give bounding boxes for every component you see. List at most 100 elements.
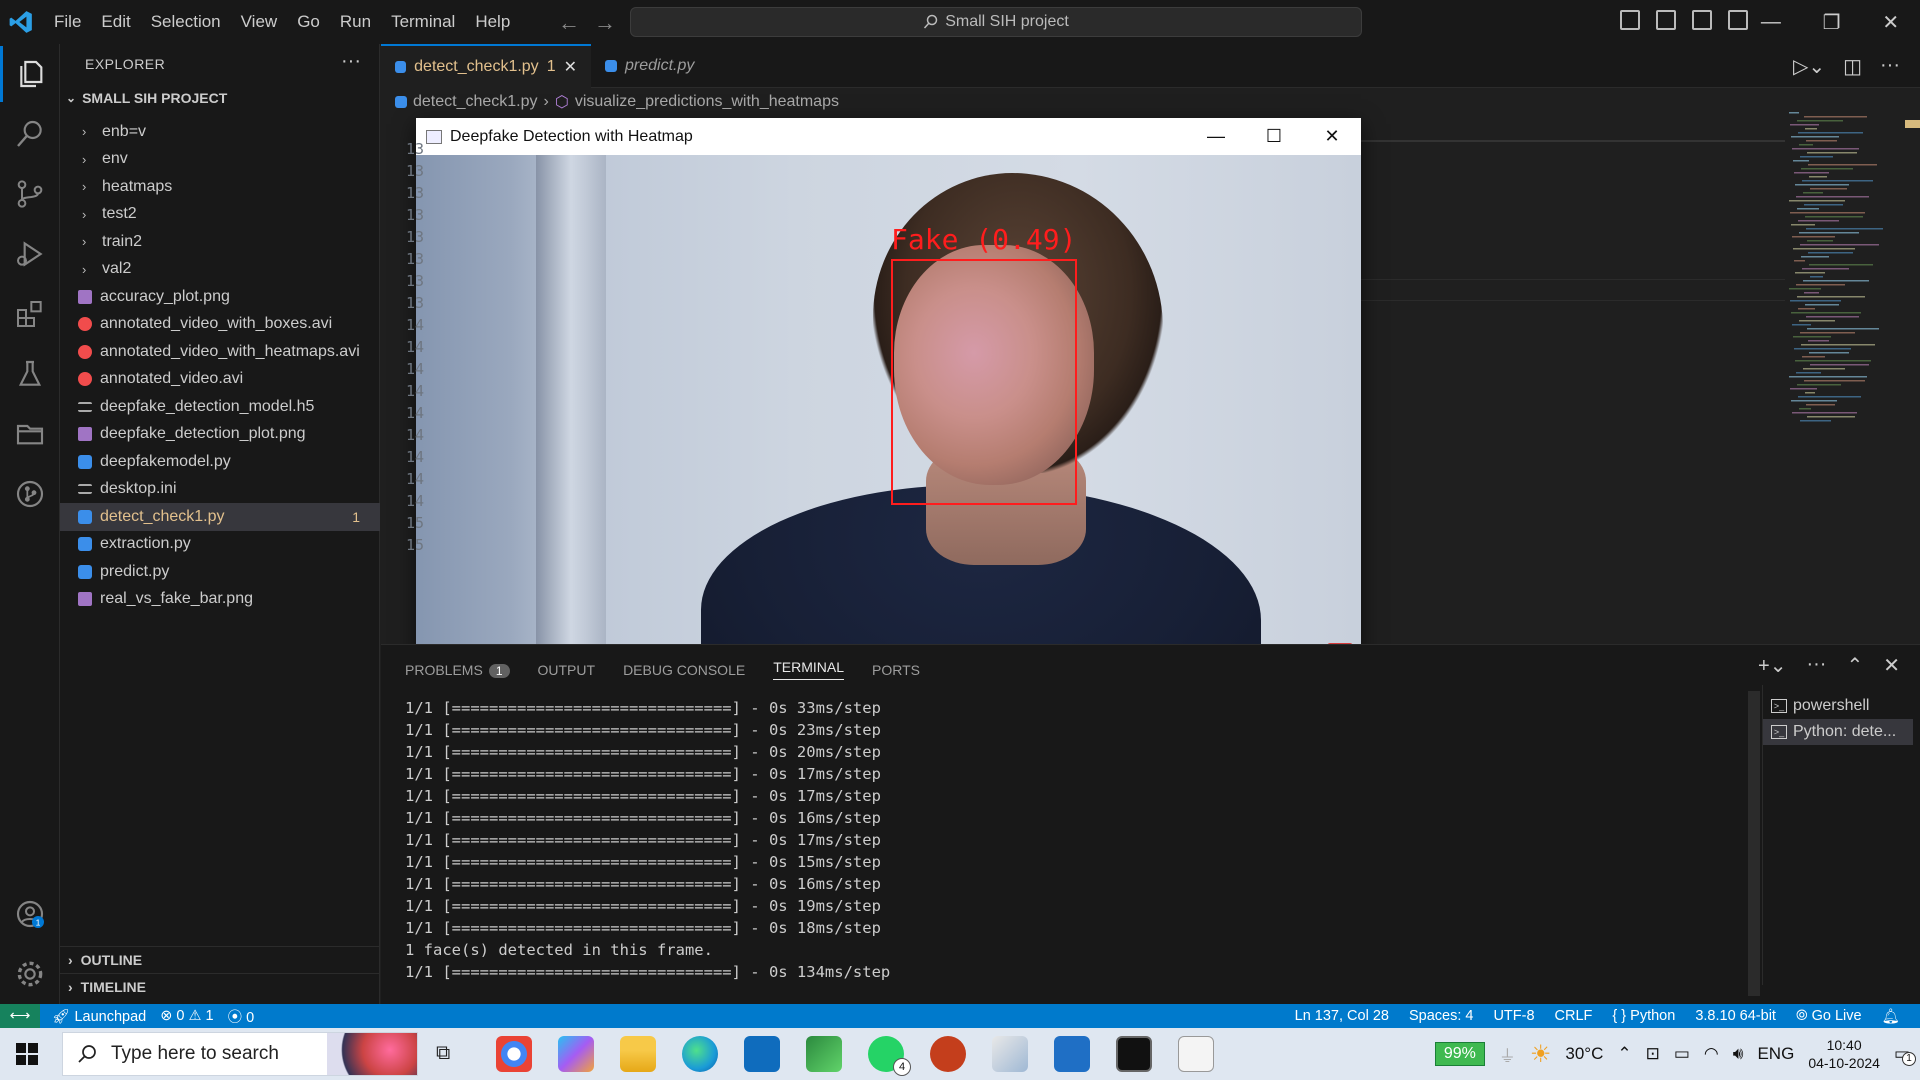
project-folder-header[interactable]: ⌄ SMALL SIH PROJECT <box>66 90 227 106</box>
command-center[interactable]: Small SIH project <box>630 7 1362 37</box>
more-actions-icon[interactable]: ··· <box>1880 54 1900 79</box>
python-interpreter[interactable]: 3.8.10 64-bit <box>1695 1008 1776 1024</box>
tab-detect-check1[interactable]: detect_check1.py 1 ✕ <box>381 44 591 88</box>
paint-icon[interactable] <box>992 1036 1028 1072</box>
file-item[interactable]: deepfake_detection_plot.png <box>60 421 380 449</box>
launchpad-item[interactable]: 🚀︎ Launchpad <box>52 1008 146 1025</box>
settings-gear-icon[interactable] <box>0 946 60 1002</box>
camera-icon[interactable]: ⊡ <box>1646 1044 1660 1064</box>
file-item[interactable]: annotated_video_with_heatmaps.avi <box>60 338 380 366</box>
close-panel-icon[interactable]: ✕ <box>1883 653 1900 678</box>
maximize-panel-icon[interactable]: ⌃ <box>1846 653 1863 678</box>
explorer-icon[interactable] <box>0 46 60 102</box>
menu-run[interactable]: Run <box>330 12 381 32</box>
remote-indicator-icon[interactable]: ⟷ <box>0 1004 40 1028</box>
taskbar-search[interactable]: Type here to search <box>62 1032 418 1076</box>
volume-icon[interactable]: 🔊︎ <box>1733 1044 1744 1064</box>
file-item[interactable]: desktop.ini <box>60 476 380 504</box>
outlook-icon[interactable] <box>744 1036 780 1072</box>
battery-icon[interactable]: ▭ <box>1674 1044 1690 1064</box>
run-debug-icon[interactable] <box>0 226 60 282</box>
language-mode[interactable]: { } Python <box>1612 1008 1675 1024</box>
testing-icon[interactable] <box>0 346 60 402</box>
file-item[interactable]: deepfakemodel.py <box>60 448 380 476</box>
tray-chevron-icon[interactable]: ⌃ <box>1617 1044 1631 1064</box>
menu-edit[interactable]: Edit <box>91 12 140 32</box>
git-graph-icon[interactable] <box>0 466 60 522</box>
wifi-icon[interactable]: ◠ <box>1704 1044 1719 1064</box>
minimize-icon[interactable]: — <box>1761 11 1781 34</box>
file-explorer-icon[interactable] <box>620 1036 656 1072</box>
file-item[interactable]: accuracy_plot.png <box>60 283 380 311</box>
project-manager-icon[interactable] <box>0 406 60 462</box>
file-item[interactable]: predict.py <box>60 558 380 586</box>
go-live-button[interactable]: ⦾ Go Live <box>1796 1008 1862 1024</box>
folder-item[interactable]: › heatmaps <box>60 173 380 201</box>
tab-output[interactable]: OUTPUT <box>538 662 596 678</box>
terminal-taskbar-icon[interactable] <box>1116 1036 1152 1072</box>
chrome-icon[interactable] <box>496 1036 532 1072</box>
new-terminal-icon[interactable]: +⌄ <box>1758 653 1786 678</box>
folder-item[interactable]: › val2 <box>60 256 380 284</box>
file-item[interactable]: annotated_video.avi <box>60 366 380 394</box>
close-icon[interactable]: ✕ <box>1882 10 1899 35</box>
timeline-section[interactable]: › TIMELINE <box>60 973 380 1000</box>
minimap[interactable] <box>1785 112 1905 432</box>
restore-icon[interactable]: ❐ <box>1823 10 1841 35</box>
powerpoint-icon[interactable] <box>930 1036 966 1072</box>
weather-temp[interactable]: 30°C <box>1565 1044 1603 1064</box>
copilot-icon[interactable] <box>558 1036 594 1072</box>
encoding[interactable]: UTF-8 <box>1493 1008 1534 1024</box>
toggle-sidebar-icon[interactable] <box>1620 10 1640 30</box>
battery-indicator[interactable]: 99% <box>1434 1042 1485 1066</box>
tab-close-icon[interactable]: ✕ <box>564 57 577 77</box>
terminal-item-python[interactable]: >_ Python: dete... <box>1763 719 1913 745</box>
toggle-panel-icon[interactable] <box>1656 10 1676 30</box>
file-item[interactable]: annotated_video_with_boxes.avi <box>60 311 380 339</box>
folder-item[interactable]: › test2 <box>60 201 380 229</box>
taskbar-clock[interactable]: 10:40 04-10-2024 <box>1808 1036 1880 1072</box>
notification-center-icon[interactable]: ▭ 1 <box>1894 1044 1916 1066</box>
search-view-icon[interactable] <box>0 106 60 162</box>
windows-start-icon[interactable] <box>16 1043 38 1065</box>
breadcrumb-symbol[interactable]: visualize_predictions_with_heatmaps <box>575 93 839 111</box>
run-file-icon[interactable]: ▷⌄ <box>1793 54 1825 79</box>
notifications-bell-icon[interactable]: 🔔︎ <box>1882 1008 1900 1025</box>
outline-section[interactable]: › OUTLINE <box>60 946 380 973</box>
tab-problems[interactable]: PROBLEMS 1 <box>405 662 510 678</box>
line-ending[interactable]: CRLF <box>1555 1008 1593 1024</box>
folder-item[interactable]: › enb=v <box>60 118 380 146</box>
tab-debug-console[interactable]: DEBUG CONSOLE <box>623 662 745 678</box>
edge-icon[interactable] <box>682 1036 718 1072</box>
minimize-icon[interactable]: — <box>1187 118 1245 155</box>
more-actions-icon[interactable]: ··· <box>1806 653 1826 678</box>
menu-help[interactable]: Help <box>465 12 520 32</box>
cursor-position[interactable]: Ln 137, Col 28 <box>1295 1008 1389 1024</box>
menu-selection[interactable]: Selection <box>141 12 231 32</box>
menu-terminal[interactable]: Terminal <box>381 12 465 32</box>
meet-icon[interactable] <box>806 1036 842 1072</box>
tab-terminal[interactable]: TERMINAL <box>773 659 844 680</box>
file-item[interactable]: extraction.py <box>60 531 380 559</box>
menu-view[interactable]: View <box>231 12 288 32</box>
language-indicator[interactable]: ENG <box>1757 1044 1794 1064</box>
accounts-icon[interactable]: 1 <box>0 886 60 942</box>
more-actions-icon[interactable]: ··· <box>341 50 361 73</box>
file-item[interactable]: real_vs_fake_bar.png <box>60 586 380 614</box>
menu-go[interactable]: Go <box>287 12 330 32</box>
folder-item[interactable]: › train2 <box>60 228 380 256</box>
weather-icon[interactable]: ☀ <box>1530 1040 1552 1069</box>
menu-file[interactable]: File <box>44 12 91 32</box>
task-view-icon[interactable]: ⧉ <box>436 1042 450 1065</box>
source-control-icon[interactable] <box>0 166 60 222</box>
split-editor-icon[interactable]: ◫ <box>1843 54 1862 79</box>
opencv-window-titlebar[interactable]: Deepfake Detection with Heatmap — ☐ ✕ <box>416 118 1361 155</box>
extensions-icon[interactable] <box>0 286 60 342</box>
problems-status[interactable]: ⊗ 0 ⚠ 1 <box>160 1008 213 1024</box>
indentation[interactable]: Spaces: 4 <box>1409 1008 1474 1024</box>
close-icon[interactable]: ✕ <box>1303 118 1361 155</box>
forward-arrow-icon[interactable]: → <box>594 10 616 35</box>
vscode-taskbar-icon[interactable] <box>1054 1036 1090 1072</box>
maximize-icon[interactable]: ☐ <box>1245 118 1303 155</box>
file-item[interactable]: detect_check1.py 1 <box>60 503 380 531</box>
